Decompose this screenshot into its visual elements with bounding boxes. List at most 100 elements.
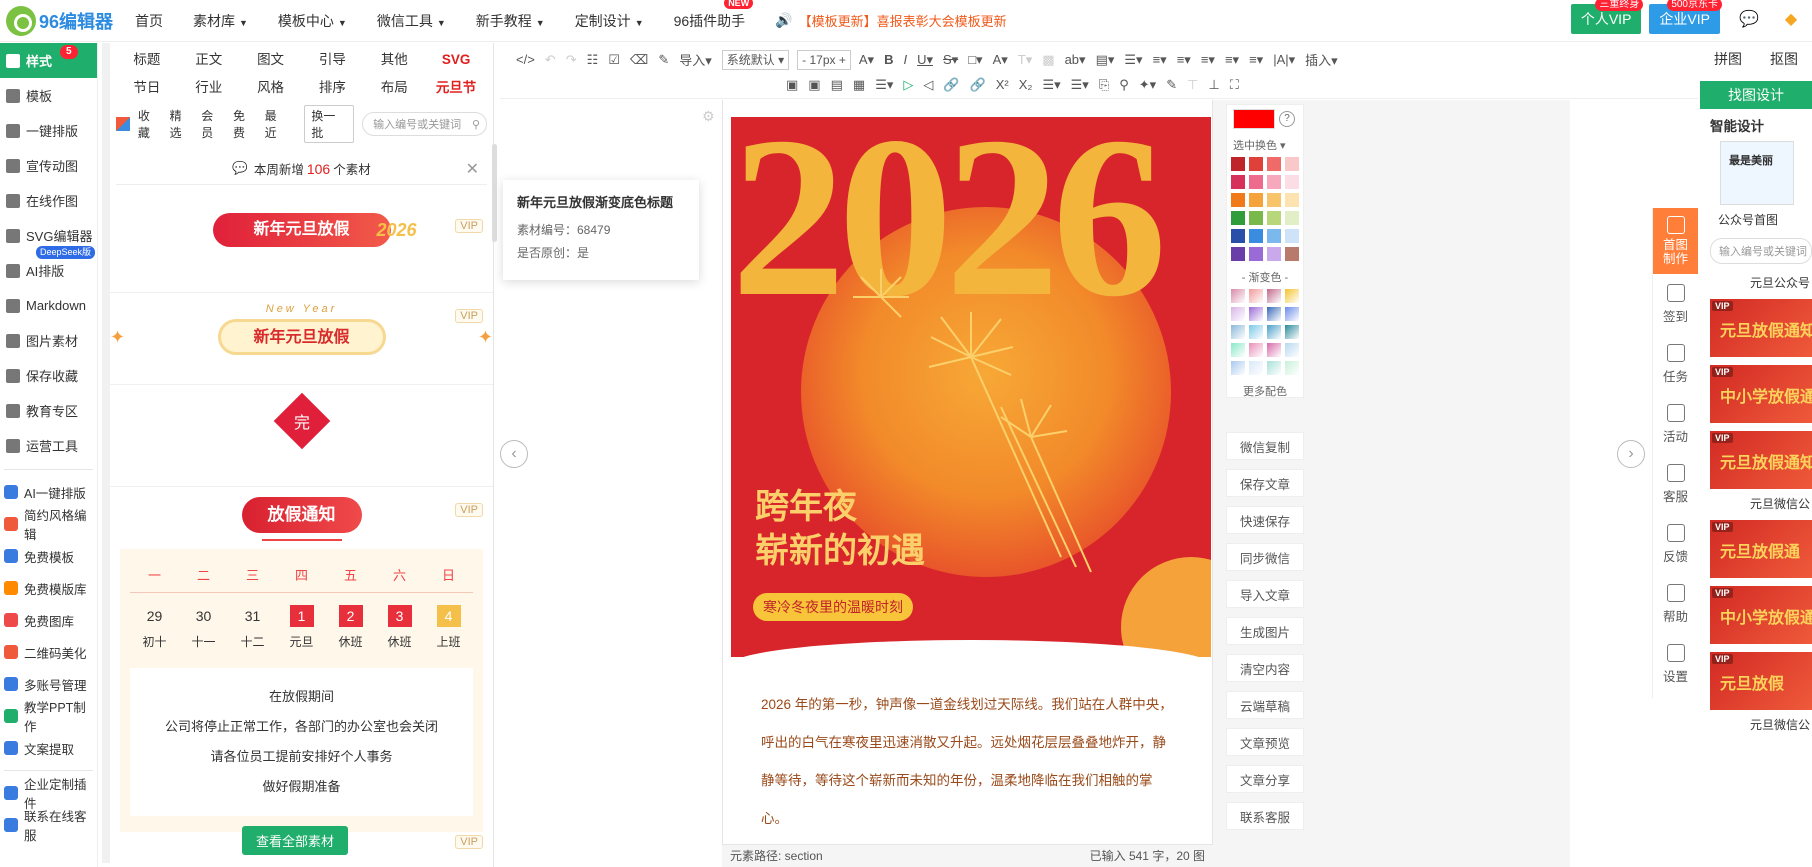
sidebar-item[interactable]: 样式 5 <box>0 43 97 78</box>
category-tab[interactable]: 行业 <box>178 77 240 99</box>
color-swatch[interactable] <box>1267 247 1281 261</box>
material-item[interactable]: VIP New Year ✦ 新年元旦放假 ✦ <box>110 303 493 385</box>
sidebar-tool-item[interactable]: 简约风格编辑 <box>0 508 97 542</box>
nav-item[interactable]: 定制设计 ▼ <box>575 11 644 31</box>
gradient-swatch[interactable] <box>1231 361 1245 375</box>
current-color-swatch[interactable] <box>1233 109 1275 129</box>
underline-icon[interactable]: U▾ <box>917 52 933 68</box>
check-doc-icon[interactable]: ☑ <box>608 52 620 68</box>
color-swatch[interactable] <box>1249 157 1263 171</box>
selected-color-label[interactable]: 选中换色 ▾ <box>1233 137 1297 153</box>
color-swatch[interactable] <box>1249 175 1263 189</box>
clear-format-icon[interactable]: T▾ <box>1018 52 1032 68</box>
color-swatch[interactable] <box>1231 247 1245 261</box>
sidebar-item[interactable]: 教育专区 <box>0 393 97 428</box>
view-all-materials-button[interactable]: 查看全部素材 <box>242 826 349 855</box>
material-item[interactable]: 完 <box>110 392 493 487</box>
panel-scrollbar[interactable] <box>492 144 497 242</box>
html-icon[interactable]: </> <box>516 52 535 67</box>
color-swatch[interactable] <box>1249 193 1263 207</box>
redo-icon[interactable]: ↷ <box>566 52 577 68</box>
template-thumbnail[interactable]: VIP 中小学放假通知 <box>1710 365 1812 423</box>
article-paragraph[interactable]: 2026 年的第一秒，钟声像一道金线划过天际线。我们站在人群中央，呼出的白气在寒… <box>745 686 1191 838</box>
template-thumbnail[interactable]: VIP 元旦放假通知 <box>1710 299 1812 357</box>
color-swatch[interactable] <box>1231 211 1245 225</box>
tab-collage[interactable]: 拼图 <box>1700 49 1756 69</box>
align-center-icon[interactable]: ≡▾ <box>1177 52 1191 68</box>
color-swatch[interactable] <box>1285 211 1299 225</box>
insert-dropdown[interactable]: 插入▾ <box>1305 50 1338 69</box>
sidebar-item[interactable]: 在线作图 <box>0 183 97 218</box>
sidebar-tool-item[interactable]: 免费图库 <box>0 604 97 636</box>
action-button[interactable]: 文章预览 <box>1226 728 1304 756</box>
right-nav-item[interactable]: 活动 <box>1653 394 1698 454</box>
category-tab[interactable]: 元旦节 <box>425 77 487 99</box>
undo-icon[interactable]: ↶ <box>545 52 556 68</box>
paste-icon[interactable]: ⎘ <box>1099 77 1109 93</box>
category-tab[interactable]: SVG <box>425 49 487 71</box>
color-swatch[interactable] <box>1267 229 1281 243</box>
category-tab[interactable]: 其他 <box>363 49 425 71</box>
category-tab[interactable]: 正文 <box>178 49 240 71</box>
close-icon[interactable]: ✕ <box>466 159 479 179</box>
gradient-swatch[interactable] <box>1267 325 1281 339</box>
align-left-icon[interactable]: ≡▾ <box>1153 52 1167 68</box>
color-swatch[interactable] <box>1267 175 1281 189</box>
enterprise-vip-button[interactable]: 企业VIP 500京东卡 <box>1649 0 1722 34</box>
tab-cutout[interactable]: 抠图 <box>1756 49 1812 69</box>
action-button[interactable]: 清空内容 <box>1226 654 1304 682</box>
unordered-list-icon[interactable]: ☰▾ <box>1071 77 1089 93</box>
color-swatch[interactable] <box>1267 157 1281 171</box>
action-button[interactable]: 文章分享 <box>1226 765 1304 793</box>
ab-icon[interactable]: ab▾ <box>1065 52 1086 68</box>
action-button[interactable]: 快速保存 <box>1226 506 1304 534</box>
sidebar-item[interactable]: 图片素材 <box>0 323 97 358</box>
nav-item[interactable]: 素材库 ▼ <box>193 11 248 31</box>
action-button[interactable]: 同步微信 <box>1226 543 1304 571</box>
more-colors-link[interactable]: 更多配色 <box>1233 383 1297 399</box>
right-nav-item[interactable]: 帮助 <box>1653 574 1698 634</box>
color-swatch[interactable] <box>1285 229 1299 243</box>
category-tab[interactable]: 风格 <box>240 77 302 99</box>
gradient-swatch[interactable] <box>1285 361 1299 375</box>
sidebar-tool-item[interactable]: 二维码美化 <box>0 636 97 668</box>
gradient-icon[interactable]: ▩ <box>1042 52 1054 68</box>
nav-item[interactable]: 新手教程 ▼ <box>476 11 545 31</box>
fullscreen-icon[interactable]: ⛶ <box>1230 77 1239 93</box>
bottom-icon[interactable]: ⊥ <box>1208 77 1219 93</box>
filter-link[interactable]: 最近 <box>265 107 289 141</box>
action-button[interactable]: 导入文章 <box>1226 580 1304 608</box>
action-button[interactable]: 云端草稿 <box>1226 691 1304 719</box>
template-thumbnail[interactable]: VIP 元旦放假通知 <box>1710 431 1812 489</box>
italic-icon[interactable]: I <box>903 52 907 67</box>
material-item[interactable]: VIP 新年元旦放假 2026 <box>110 213 493 293</box>
right-nav-item[interactable]: 设置 <box>1653 634 1698 694</box>
color-swatch[interactable] <box>1285 247 1299 261</box>
template-thumbnail[interactable]: VIP 元旦放假 <box>1710 652 1812 710</box>
nav-item[interactable]: 模板中心 ▼ <box>278 11 347 31</box>
category-tab[interactable]: 排序 <box>301 77 363 99</box>
highlight-icon[interactable]: ✎ <box>1166 77 1177 93</box>
gradient-swatch[interactable] <box>1249 289 1263 303</box>
color-swatch[interactable] <box>1231 229 1245 243</box>
category-tab[interactable]: 节日 <box>116 77 178 99</box>
sidebar-item[interactable]: 模板 <box>0 78 97 113</box>
gradient-swatch[interactable] <box>1267 289 1281 303</box>
gradient-swatch[interactable] <box>1249 361 1263 375</box>
table-icon[interactable]: ▦ <box>853 77 865 93</box>
action-button[interactable]: 微信复制 <box>1226 432 1304 460</box>
eraser-icon[interactable]: ⌫ <box>630 52 648 68</box>
gradient-swatch[interactable] <box>1231 289 1245 303</box>
font-color-icon[interactable]: A▾ <box>993 52 1008 68</box>
find-design-button[interactable]: 找图设计 <box>1700 81 1812 109</box>
sidebar-tool-item[interactable]: 企业定制插件 <box>0 777 97 811</box>
color-swatch[interactable] <box>1267 193 1281 207</box>
chevron-right-icon[interactable]: › <box>1617 440 1645 468</box>
paragraph-icon[interactable]: ≡▾ <box>1249 52 1263 68</box>
cover-thumbnail[interactable]: 最是美丽 <box>1720 141 1794 205</box>
sidebar-item[interactable]: Markdown <box>0 288 97 323</box>
text-border-icon[interactable]: □▾ <box>968 52 982 68</box>
template-thumbnail[interactable]: VIP 元旦放假通 <box>1710 520 1812 578</box>
action-button[interactable]: 生成图片 <box>1226 617 1304 645</box>
gradient-swatch[interactable] <box>1285 325 1299 339</box>
